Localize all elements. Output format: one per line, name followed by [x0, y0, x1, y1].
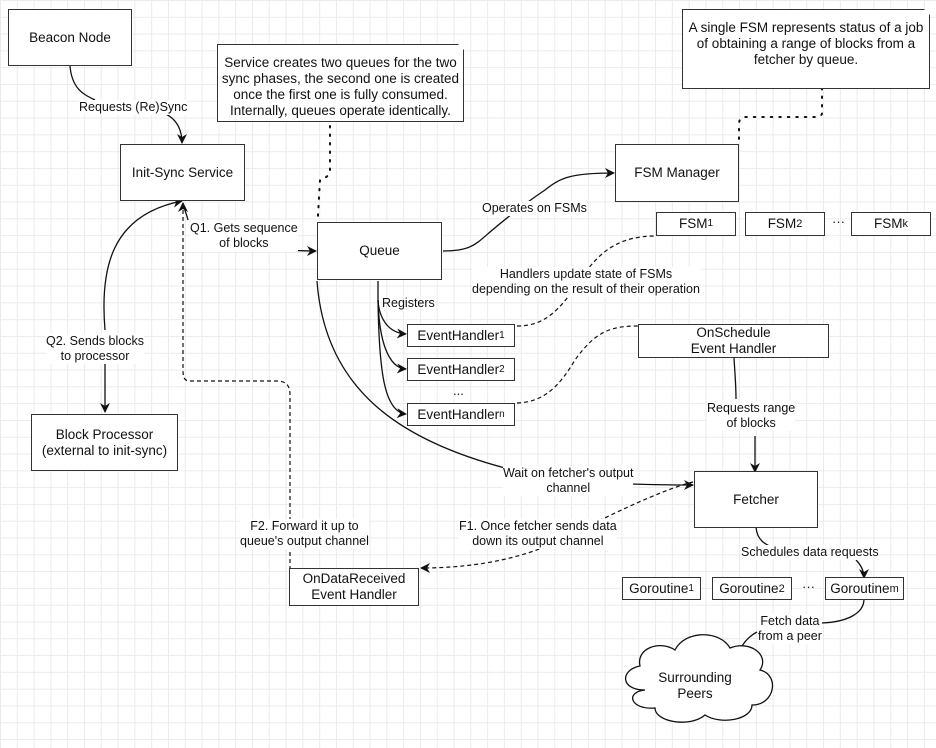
- queues-note: Service creates two queues for the two s…: [217, 44, 464, 122]
- fsm-ellipsis: ···: [832, 214, 845, 229]
- fetcher-label: Fetcher: [733, 491, 779, 507]
- label-handlers-update-line1: Handlers update state of FSMs: [499, 267, 673, 281]
- block-processor-sublabel: (external to init-sync): [41, 442, 168, 458]
- label-requests-range: Requests range of blocks: [707, 401, 796, 431]
- event-handler-2-label: EventHandler: [417, 361, 500, 377]
- label-q1-line2: of blocks: [219, 236, 269, 250]
- label-requests-range-line1: Requests range: [707, 401, 796, 415]
- event-handler-2-sub: 2: [499, 363, 505, 375]
- label-requests-resync: Requests (Re)Sync: [79, 100, 188, 115]
- label-f1-line1: F1. Once fetcher sends data: [459, 519, 617, 533]
- label-q1: Q1. Gets sequence of blocks: [190, 221, 298, 251]
- edge-handler-n-onschedule: [516, 325, 639, 404]
- block-processor[interactable]: Block Processor (external to init-sync): [31, 414, 178, 471]
- edge-f2: [178, 202, 291, 570]
- label-fetch-data: Fetch data from a peer: [758, 614, 822, 644]
- goroutine-1-sub: 1: [688, 582, 694, 594]
- label-q2-line2: to processor: [60, 349, 130, 363]
- fsm-note-line: fetcher by queue.: [753, 52, 859, 67]
- goroutine-ellipsis: ···: [802, 579, 815, 594]
- edge-q2-up: [103, 197, 183, 331]
- event-handler-1[interactable]: EventHandler 1: [407, 324, 515, 347]
- fsm-1-sub: 1: [707, 218, 714, 229]
- queues-note-line: sync phases, the second one is created: [221, 71, 460, 86]
- beacon-node-label: Beacon Node: [29, 29, 111, 45]
- event-handler-n-label: EventHandler: [417, 406, 500, 422]
- fsm-2[interactable]: FSM 2: [745, 212, 825, 236]
- fsm-2-sub: 2: [796, 218, 803, 230]
- on-data-received-sublabel: Event Handler: [311, 587, 397, 602]
- on-data-received-event-handler[interactable]: OnDataReceived Event Handler: [289, 568, 419, 606]
- init-sync-service[interactable]: Init-Sync Service: [120, 144, 245, 201]
- event-handler-1-label: EventHandler: [417, 327, 500, 343]
- fsm-manager-label: FSM Manager: [634, 165, 720, 180]
- label-registers: Registers: [382, 296, 435, 310]
- init-sync-service-label: Init-Sync Service: [131, 164, 234, 180]
- event-handler-ellipsis: ...: [453, 383, 464, 398]
- beacon-node[interactable]: Beacon Node: [8, 9, 132, 66]
- event-handler-1-sub: 1: [499, 329, 505, 341]
- on-schedule-sublabel: Event Handler: [690, 341, 777, 356]
- on-schedule-event-handler[interactable]: OnSchedule Event Handler: [638, 324, 829, 358]
- on-schedule-label: OnSchedule: [696, 325, 771, 340]
- fsm-1[interactable]: FSM 1: [656, 212, 736, 236]
- surrounding-peers-label[interactable]: Surrounding Peers: [640, 670, 750, 702]
- event-handler-n-sub: n: [499, 408, 505, 420]
- queue-node[interactable]: Queue: [317, 222, 442, 280]
- queues-note-line: once the first one is fully consumed.: [233, 87, 448, 102]
- label-q2: Q2. Sends blocks to processor: [46, 334, 144, 364]
- label-f1-line2: down its output channel: [472, 534, 604, 548]
- label-fetch-data-line1: Fetch data: [760, 614, 820, 628]
- goroutine-1-label: Goroutine: [629, 580, 689, 596]
- edge-q1: [182, 202, 189, 221]
- goroutine-m-sub: m: [889, 582, 899, 595]
- surrounding-peers-line1: Surrounding: [658, 670, 732, 685]
- fsm-note: A single FSM represents status of a job …: [682, 9, 930, 89]
- label-f2-line1: F2. Forward it up to: [250, 519, 359, 533]
- goroutine-1[interactable]: Goroutine 1: [622, 577, 701, 600]
- goroutine-m[interactable]: Goroutine m: [825, 577, 904, 600]
- label-wait-on-fetcher: Wait on fetcher's output channel: [503, 466, 634, 496]
- label-q1-line1: Q1. Gets sequence: [190, 221, 298, 235]
- event-handler-n[interactable]: EventHandler n: [407, 403, 515, 426]
- label-handlers-update: Handlers update state of FSMs depending …: [472, 267, 700, 297]
- label-wait-on-fetcher-line1: Wait on fetcher's output: [503, 466, 634, 480]
- edge-fetch-data: [821, 598, 865, 624]
- queues-note-line: Internally, queues operate identically.: [230, 103, 451, 118]
- goroutine-2[interactable]: Goroutine 2: [712, 577, 792, 600]
- edge-fsm-note: [738, 87, 823, 145]
- goroutine-m-label: Goroutine: [830, 580, 890, 596]
- event-handler-2[interactable]: EventHandler 2: [407, 358, 515, 381]
- fetcher-node[interactable]: Fetcher: [694, 471, 818, 528]
- fsm-1-label: FSM: [678, 216, 708, 231]
- label-fetch-data-line2: from a peer: [758, 629, 822, 643]
- fsm-2-label: FSM: [767, 216, 797, 231]
- label-requests-range-line2: of blocks: [726, 416, 776, 430]
- fsm-note-line: A single FSM represents status of a job: [688, 20, 924, 35]
- fsm-k[interactable]: FSM k: [851, 212, 931, 236]
- edge-queues-note: [317, 125, 331, 223]
- goroutine-2-label: Goroutine: [719, 580, 779, 596]
- fsm-k-sub: k: [902, 218, 909, 230]
- label-handlers-update-line2: depending on the result of their operati…: [472, 282, 700, 296]
- queues-note-line: Service creates two queues for the two: [224, 55, 457, 70]
- on-data-received-label: OnDataReceived: [302, 571, 406, 586]
- label-f2: F2. Forward it up to queue's output chan…: [240, 519, 369, 549]
- surrounding-peers-line2: Peers: [677, 686, 713, 701]
- label-wait-on-fetcher-line2: channel: [546, 481, 591, 495]
- queue-label: Queue: [359, 243, 400, 258]
- fsm-k-label: FSM: [874, 216, 903, 231]
- label-schedules-data-requests: Schedules data requests: [741, 545, 879, 560]
- block-processor-label: Block Processor: [55, 426, 154, 442]
- label-operates-on-fsms: Operates on FSMs: [482, 201, 587, 216]
- goroutine-2-sub: 2: [778, 582, 785, 595]
- label-f2-line2: queue's output channel: [240, 534, 369, 548]
- label-f1: F1. Once fetcher sends data down its out…: [459, 519, 617, 549]
- fsm-manager[interactable]: FSM Manager: [615, 144, 739, 202]
- fsm-note-line: of obtaining a range of blocks from a: [696, 36, 916, 51]
- label-q2-line1: Q2. Sends blocks: [46, 334, 144, 348]
